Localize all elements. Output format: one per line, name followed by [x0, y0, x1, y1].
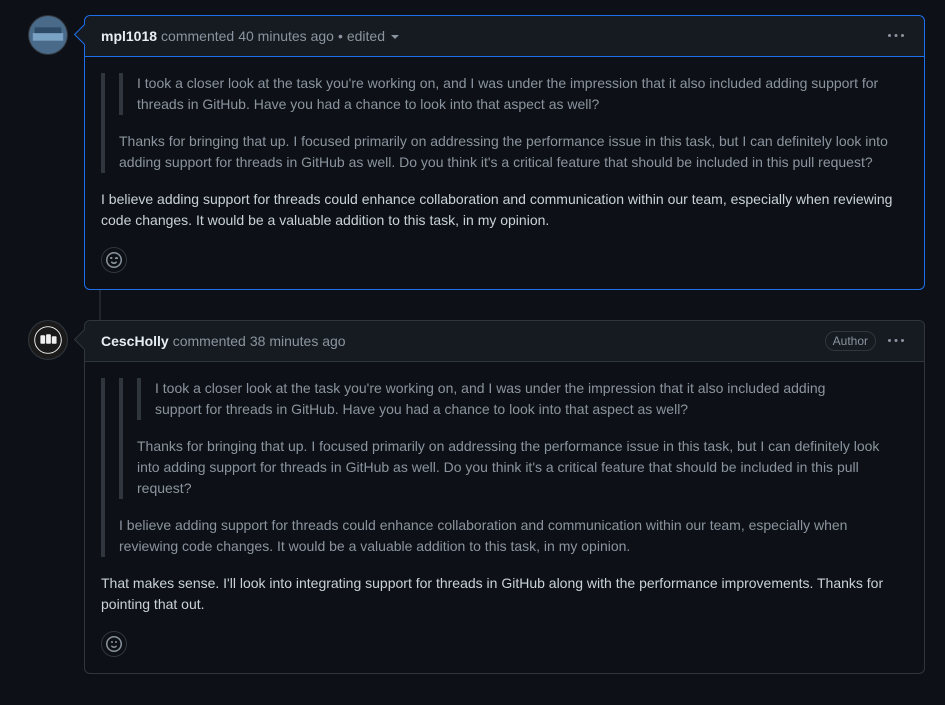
comment-item: CescHolly commented 38 minutes ago Autho…	[20, 320, 925, 674]
comment-text: That makes sense. I'll look into integra…	[101, 573, 908, 615]
comment-box: mpl1018 commented 40 minutes ago • edite…	[84, 15, 925, 290]
comment-body: I took a closer look at the task you're …	[85, 362, 924, 673]
comment-box: CescHolly commented 38 minutes ago Autho…	[84, 320, 925, 674]
comment-timestamp[interactable]: 40 minutes ago	[238, 26, 334, 47]
quote-text: I took a closer look at the task you're …	[137, 73, 880, 115]
edited-label: edited	[347, 28, 385, 44]
comment-menu-button[interactable]	[884, 329, 908, 353]
author-link[interactable]: mpl1018	[101, 26, 157, 47]
comment-header-right: Author	[825, 329, 908, 353]
edited-dropdown[interactable]: edited	[347, 26, 399, 47]
blockquote: I took a closer look at the task you're …	[101, 73, 908, 173]
reaction-bar	[101, 247, 908, 273]
blockquote-nested: I took a closer look at the task you're …	[119, 378, 894, 499]
quote-text: Thanks for bringing that up. I focused p…	[137, 436, 880, 499]
comment-timestamp[interactable]: 38 minutes ago	[250, 331, 346, 352]
comment-header-left: CescHolly commented 38 minutes ago	[101, 331, 346, 352]
quote-text: I believe adding support for threads cou…	[119, 515, 894, 557]
comment-text: I believe adding support for threads cou…	[101, 189, 908, 231]
comment-header-left: mpl1018 commented 40 minutes ago • edite…	[101, 26, 399, 47]
timeline: mpl1018 commented 40 minutes ago • edite…	[20, 15, 925, 674]
blockquote-nested: I took a closer look at the task you're …	[119, 73, 894, 115]
comment-header: mpl1018 commented 40 minutes ago • edite…	[85, 16, 924, 57]
quote-text: I took a closer look at the task you're …	[155, 378, 866, 420]
comment-body: I took a closer look at the task you're …	[85, 57, 924, 289]
smiley-icon	[106, 252, 122, 268]
avatar[interactable]	[28, 320, 68, 360]
kebab-icon	[888, 28, 904, 44]
author-badge: Author	[825, 331, 876, 351]
separator: •	[338, 26, 343, 47]
kebab-icon	[888, 333, 904, 349]
comment-header-right	[884, 24, 908, 48]
blockquote-nested-2: I took a closer look at the task you're …	[137, 378, 880, 420]
caret-down-icon	[391, 35, 399, 39]
add-reaction-button[interactable]	[101, 631, 127, 657]
add-reaction-button[interactable]	[101, 247, 127, 273]
author-link[interactable]: CescHolly	[101, 331, 169, 352]
quote-text: Thanks for bringing that up. I focused p…	[119, 131, 894, 173]
avatar[interactable]	[28, 15, 68, 55]
comment-item: mpl1018 commented 40 minutes ago • edite…	[20, 15, 925, 290]
blockquote: I took a closer look at the task you're …	[101, 378, 908, 557]
commented-label: commented	[161, 26, 234, 47]
reaction-bar	[101, 631, 908, 657]
comment-menu-button[interactable]	[884, 24, 908, 48]
smiley-icon	[106, 636, 122, 652]
comment-header: CescHolly commented 38 minutes ago Autho…	[85, 321, 924, 362]
commented-label: commented	[173, 331, 246, 352]
